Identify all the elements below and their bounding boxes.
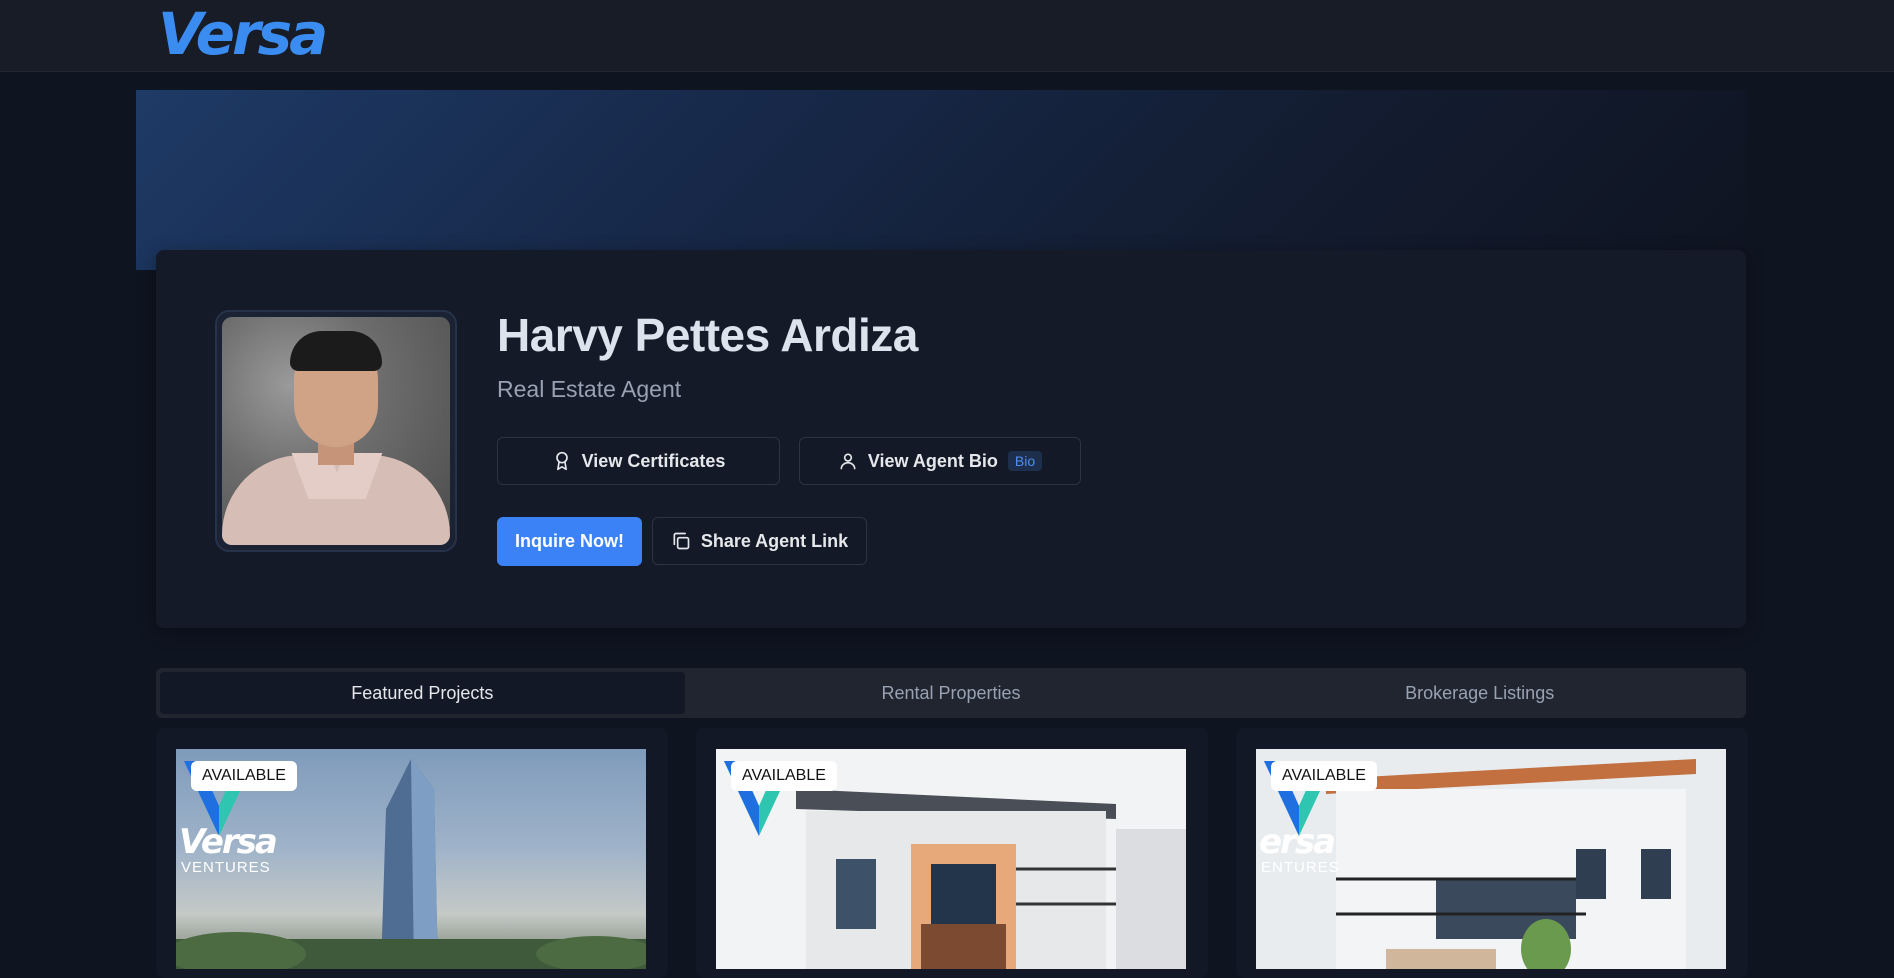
share-agent-link-button[interactable]: Share Agent Link [652,517,867,565]
project-image[interactable]: AVAILABLE [716,749,1186,969]
watermark-text: Versa [179,822,278,862]
agent-avatar [222,317,450,545]
award-icon [552,451,572,471]
status-badge: AVAILABLE [191,761,297,791]
watermark-subtext: ENTURES [1261,859,1340,876]
tab-featured-projects[interactable]: Featured Projects [160,672,685,714]
view-agent-bio-label: View Agent Bio [867,450,998,471]
tab-brokerage-listings[interactable]: Brokerage Listings [1217,672,1742,714]
project-image[interactable]: Versa VENTURES AVAILABLE [176,749,646,969]
status-badge: AVAILABLE [1271,761,1377,791]
tab-rental-properties[interactable]: Rental Properties [689,672,1214,714]
agent-name: Harvy Pettes Ardiza [497,309,918,361]
project-image[interactable]: ersa ENTURES AVAILABLE [1256,749,1726,969]
watermark-text: ersa [1259,822,1336,862]
view-certificates-label: View Certificates [581,450,726,471]
agent-avatar-frame [215,310,457,552]
bio-badge: Bio [1007,451,1043,471]
agent-role: Real Estate Agent [497,376,682,402]
user-icon [838,451,858,471]
share-agent-link-label: Share Agent Link [700,530,849,551]
status-badge: AVAILABLE [731,761,837,791]
versa-logo[interactable]: Versa [158,2,328,66]
inquire-now-button[interactable]: Inquire Now! [497,517,642,566]
profile-cover-banner [136,90,1746,270]
view-certificates-button[interactable]: View Certificates [497,437,780,485]
watermark-subtext: VENTURES [181,859,271,876]
view-agent-bio-button[interactable]: View Agent Bio Bio [799,437,1081,485]
copy-icon [671,531,691,551]
listing-tabs: Featured Projects Rental Properties Brok… [156,668,1746,718]
top-nav-bar: Versa [0,0,1894,72]
